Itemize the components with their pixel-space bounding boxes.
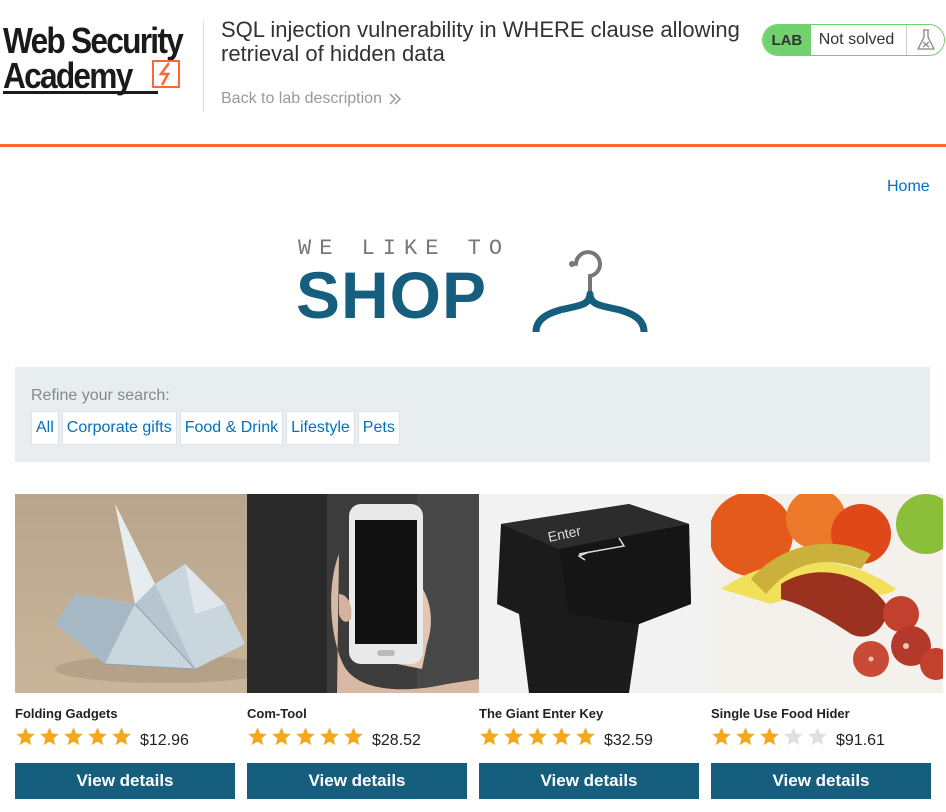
shop-banner: WE LIKE TO SHOP [296,236,656,336]
category-all[interactable]: All [31,411,59,445]
star-filled-icon [87,726,108,747]
star-filled-icon [295,726,316,747]
back-link-label: Back to lab description [221,90,382,107]
star-rating [247,726,364,747]
lightning-bolt-icon [152,60,180,88]
product-card: Single Use Food Hider $91.61 View detail… [711,494,943,812]
product-name: Com-Tool [247,706,307,721]
product-price: $12.96 [140,732,189,749]
star-filled-icon [247,726,268,747]
origami-bird-image [15,494,247,693]
star-filled-icon [527,726,548,747]
star-filled-icon [551,726,572,747]
view-details-button[interactable]: View details [479,763,699,799]
phone-in-hand-image [247,494,479,693]
filter-panel: Refine your search: All Corporate gifts … [15,367,930,462]
product-grid: Folding Gadgets $12.96 View details Com-… [15,494,946,812]
category-filter-list: All Corporate gifts Food & Drink Lifesty… [31,411,400,445]
category-pets[interactable]: Pets [357,411,400,445]
star-filled-icon [39,726,60,747]
star-filled-icon [711,726,732,747]
clothes-hanger-icon [532,250,648,332]
star-filled-icon [735,726,756,747]
star-rating [15,726,132,747]
logo-underline [3,91,158,94]
star-filled-icon [759,726,780,747]
star-rating [479,726,596,747]
product-card: Com-Tool $28.52 View details [247,494,479,812]
product-name: Folding Gadgets [15,706,118,721]
star-rating [711,726,828,747]
star-filled-icon [575,726,596,747]
star-filled-icon [15,726,36,747]
star-filled-icon [343,726,364,747]
product-image-giant-enter-key[interactable]: Enter [479,494,711,693]
product-name: The Giant Enter Key [479,706,604,721]
category-lifestyle[interactable]: Lifestyle [286,411,355,445]
lab-header: Web Security Academy SQL injection vulne… [0,0,946,147]
banner-shop-word: SHOP [296,258,488,332]
product-price: $32.59 [604,732,653,749]
star-filled-icon [111,726,132,747]
product-price: $28.52 [372,732,421,749]
back-to-lab-description-link[interactable]: Back to lab description [221,90,402,108]
flask-icon-container [906,25,944,55]
double-chevron-right-icon [389,93,402,105]
product-price: $91.61 [836,732,885,749]
lab-status-text: Not solved [818,31,895,48]
view-details-button[interactable]: View details [711,763,931,799]
star-empty-icon [807,726,828,747]
banana-salami-image [711,494,943,693]
star-filled-icon [271,726,292,747]
giant-enter-key-image: Enter [479,494,711,693]
product-name: Single Use Food Hider [711,706,850,721]
view-details-button[interactable]: View details [15,763,235,799]
academy-logo[interactable]: Web Security Academy [3,22,203,96]
star-filled-icon [63,726,84,747]
star-empty-icon [783,726,804,747]
header-divider [203,20,204,112]
product-image-folding-gadgets[interactable] [15,494,247,693]
category-food-drink[interactable]: Food & Drink [179,411,284,445]
product-image-com-tool[interactable] [247,494,479,693]
star-filled-icon [503,726,524,747]
product-image-food-hider[interactable] [711,494,943,693]
lab-title: SQL injection vulnerability in WHERE cla… [221,17,740,66]
product-card: Enter The Giant Enter Key $32.59 View de… [479,494,711,812]
category-corporate-gifts[interactable]: Corporate gifts [61,411,177,445]
star-filled-icon [319,726,340,747]
product-card: Folding Gadgets $12.96 View details [15,494,247,812]
view-details-button[interactable]: View details [247,763,467,799]
star-filled-icon [479,726,500,747]
logo-text-line2: Academy [3,55,133,96]
lab-badge: LAB [763,25,811,55]
lab-status-widget: LAB Not solved [762,24,945,56]
filter-label: Refine your search: [31,387,170,404]
flask-icon [916,29,935,50]
home-link[interactable]: Home [887,178,930,196]
